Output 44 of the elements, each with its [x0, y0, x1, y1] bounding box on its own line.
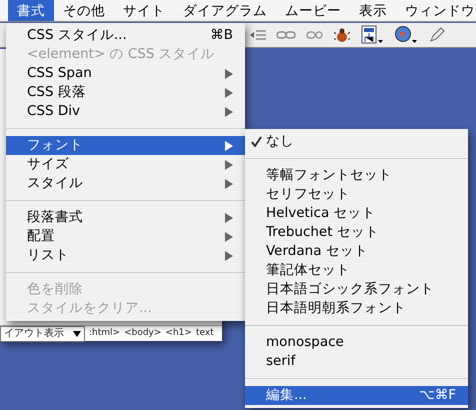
menu-item[interactable]: CSS Span: [6, 64, 245, 83]
view-dropdown[interactable]: イアウト表示: [0, 326, 85, 342]
menu-title[interactable]: ダイアグラム: [174, 0, 276, 21]
pencil-icon[interactable]: [428, 26, 446, 44]
bug-icon[interactable]: [334, 27, 350, 43]
menu-item[interactable]: Verdana セット: [245, 242, 468, 261]
menu-item[interactable]: monospace: [245, 333, 468, 352]
menu-item[interactable]: Helvetica セット: [245, 204, 468, 223]
menu-item[interactable]: 等幅フォントセット: [245, 166, 468, 185]
tag-selector[interactable]: :html>: [89, 326, 120, 340]
menu-item[interactable]: 日本語ゴシック系フォント: [245, 280, 468, 299]
menu-item[interactable]: serif: [245, 352, 468, 371]
link-icon[interactable]: [276, 30, 296, 40]
menu-item[interactable]: CSS Div: [6, 102, 245, 121]
menu-item[interactable]: なし: [245, 132, 468, 151]
menu-item[interactable]: CSS スタイル... ⌘B: [6, 26, 245, 45]
menu-title[interactable]: 書式: [8, 0, 54, 21]
globe-icon[interactable]: [394, 25, 418, 45]
menu-title[interactable]: ウィンドウ: [396, 0, 476, 21]
tag-selector[interactable]: text: [196, 326, 214, 340]
menu-title[interactable]: その他: [54, 0, 114, 21]
menu-item[interactable]: Trebuchet セット: [245, 223, 468, 242]
menu-title[interactable]: 表示: [350, 0, 396, 21]
shortcut-text: ⌘B: [210, 26, 233, 46]
menu-item[interactable]: サイズ: [6, 155, 245, 174]
menu-title[interactable]: サイト: [114, 0, 174, 21]
caret-icon: [73, 330, 81, 336]
menu-title[interactable]: ムービー: [276, 0, 350, 21]
menu-item[interactable]: 配置: [6, 227, 245, 246]
menu-item[interactable]: フォント: [6, 136, 245, 155]
menu-item[interactable]: 日本語明朝系フォント: [245, 299, 468, 318]
tag-selector[interactable]: <body>: [124, 326, 162, 340]
tag-selector[interactable]: <h1>: [165, 326, 192, 340]
menu-item[interactable]: 段落書式: [6, 208, 245, 227]
site-map-icon[interactable]: [360, 25, 384, 45]
menu-item[interactable]: スタイル: [6, 174, 245, 193]
outdent-icon[interactable]: [250, 30, 266, 40]
shortcut-text: ⌥⌘F: [419, 386, 456, 406]
menu-item[interactable]: リスト: [6, 246, 245, 265]
menu-item[interactable]: セリフセット: [245, 185, 468, 204]
menu-item[interactable]: CSS 段落: [6, 83, 245, 102]
menu-item[interactable]: 編集... ⌥⌘F: [245, 386, 468, 405]
unlink-icon[interactable]: [306, 30, 324, 40]
menu-item[interactable]: 筆記体セット: [245, 261, 468, 280]
